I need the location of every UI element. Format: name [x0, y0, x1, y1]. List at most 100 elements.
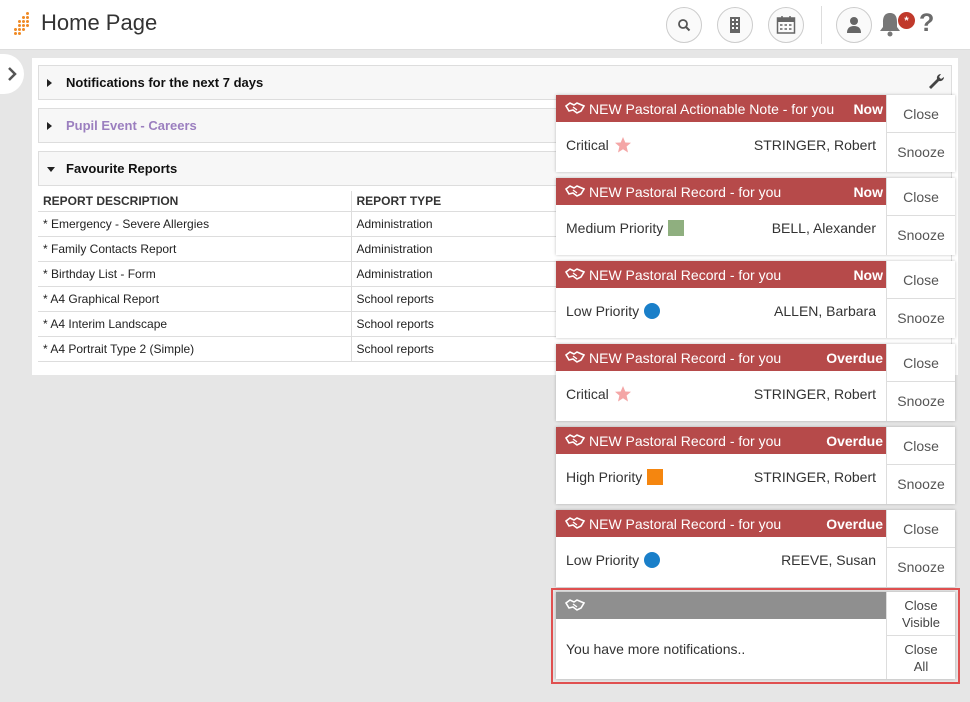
- star-icon: [614, 137, 631, 153]
- handshake-icon: [565, 517, 585, 529]
- close-button[interactable]: Close: [886, 344, 955, 382]
- column-header-description[interactable]: REPORT DESCRIPTION: [38, 191, 352, 212]
- snooze-button[interactable]: Snooze: [886, 299, 955, 338]
- wrench-icon[interactable]: [927, 73, 945, 91]
- snooze-button[interactable]: Snooze: [886, 382, 955, 421]
- handshake-icon: [565, 185, 585, 197]
- close-button[interactable]: Close: [886, 261, 955, 299]
- notification-card: NEW Pastoral Record - for you Overdue High…: [556, 427, 955, 504]
- handshake-icon: [565, 434, 585, 446]
- notification-body[interactable]: High Priority STRINGER, Robert: [556, 454, 886, 504]
- section-title: Pupil Event - Careers: [66, 118, 197, 133]
- notification-title: NEW Pastoral Record - for you: [589, 184, 782, 200]
- close-all-button[interactable]: Close All: [886, 636, 955, 679]
- notification-status: Now: [853, 101, 883, 117]
- notification-status: Overdue: [826, 433, 883, 449]
- calendar-button[interactable]: [768, 7, 804, 43]
- notification-body[interactable]: Low Priority ALLEN, Barbara: [556, 288, 886, 338]
- notification-body[interactable]: Critical STRINGER, Robert: [556, 122, 886, 172]
- section-title: Notifications for the next 7 days: [66, 75, 264, 90]
- logo-icon[interactable]: [14, 12, 32, 36]
- close-button[interactable]: Close: [886, 510, 955, 548]
- notification-card: NEW Pastoral Record - for you Overdue Crit…: [556, 344, 955, 421]
- search-icon: [678, 19, 691, 32]
- notification-body[interactable]: Critical STRINGER, Robert: [556, 371, 886, 421]
- report-description[interactable]: * Birthday List - Form: [38, 260, 352, 286]
- snooze-button[interactable]: Snooze: [886, 548, 955, 587]
- star-icon: [614, 386, 631, 402]
- search-button[interactable]: [666, 7, 702, 43]
- collapse-arrow-icon: [47, 167, 55, 172]
- building-icon: [730, 17, 740, 33]
- more-notifications-header: [556, 592, 886, 619]
- expand-arrow-icon: [47, 122, 52, 130]
- close-visible-button[interactable]: Close Visible: [886, 592, 955, 636]
- chevron-right-icon: [8, 67, 17, 81]
- square-icon: [668, 220, 685, 237]
- snooze-button[interactable]: Snooze: [886, 216, 955, 255]
- notification-priority: Critical: [566, 137, 632, 155]
- snooze-button[interactable]: Snooze: [886, 465, 955, 504]
- header-divider: [821, 6, 822, 44]
- square-icon: [647, 469, 664, 486]
- close-button[interactable]: Close: [886, 95, 955, 133]
- notification-card: NEW Pastoral Actionable Note - for you No…: [556, 95, 955, 172]
- notification-priority: Low Priority: [566, 552, 661, 569]
- notification-header[interactable]: NEW Pastoral Record - for you Overdue: [556, 510, 886, 537]
- notification-body[interactable]: Low Priority REEVE, Susan: [556, 537, 886, 587]
- section-title: Favourite Reports: [66, 161, 178, 176]
- report-description[interactable]: * A4 Interim Landscape: [38, 310, 352, 336]
- notification-header[interactable]: NEW Pastoral Actionable Note - for you No…: [556, 95, 886, 122]
- handshake-icon: [565, 102, 585, 114]
- report-description[interactable]: * A4 Graphical Report: [38, 285, 352, 311]
- notification-status: Overdue: [826, 350, 883, 366]
- report-description[interactable]: * Emergency - Severe Allergies: [38, 210, 352, 236]
- close-button[interactable]: Close: [886, 427, 955, 465]
- pupil-name: STRINGER, Robert: [753, 386, 876, 402]
- close-visible-label-2: Visible: [901, 615, 941, 630]
- more-notifications-card: You have more notifications.. Close Visi…: [556, 592, 955, 679]
- snooze-button[interactable]: Snooze: [886, 133, 955, 172]
- priority-label: Critical: [566, 386, 609, 402]
- notification-title: NEW Pastoral Record - for you: [589, 433, 782, 449]
- priority-label: Low Priority: [566, 303, 640, 319]
- help-icon[interactable]: ?: [919, 9, 934, 38]
- priority-label: Critical: [566, 137, 609, 153]
- handshake-icon: [565, 268, 585, 280]
- notification-body[interactable]: Medium Priority BELL, Alexander: [556, 205, 886, 255]
- pupil-name: STRINGER, Robert: [753, 469, 876, 485]
- notification-title: NEW Pastoral Record - for you: [589, 267, 782, 283]
- user-button[interactable]: [836, 7, 872, 43]
- close-all-label-1: Close: [904, 642, 938, 657]
- notification-status: Overdue: [826, 516, 883, 532]
- notification-header[interactable]: NEW Pastoral Record - for you Overdue: [556, 427, 886, 454]
- notification-priority: Medium Priority: [566, 220, 685, 237]
- handshake-icon: [565, 351, 585, 363]
- notification-header[interactable]: NEW Pastoral Record - for you Now: [556, 178, 886, 205]
- notification-priority: Critical: [566, 386, 632, 404]
- notification-card: NEW Pastoral Record - for you Now Medium P…: [556, 178, 955, 255]
- priority-label: Medium Priority: [566, 220, 664, 236]
- report-description[interactable]: * A4 Portrait Type 2 (Simple): [38, 335, 352, 362]
- close-button[interactable]: Close: [886, 178, 955, 216]
- notification-priority: High Priority: [566, 469, 664, 486]
- more-notifications-text: You have more notifications..: [566, 641, 746, 657]
- notification-title: NEW Pastoral Actionable Note - for you: [589, 101, 835, 117]
- notification-badge: *: [897, 11, 916, 30]
- page-title: Home Page: [41, 10, 158, 35]
- sidebar-toggle[interactable]: [0, 54, 24, 94]
- school-button[interactable]: [717, 7, 753, 43]
- app-header: Home Page * ?: [0, 0, 970, 50]
- circle-icon: [644, 303, 661, 320]
- user-icon: [847, 17, 861, 33]
- priority-label: Low Priority: [566, 552, 640, 568]
- notification-header[interactable]: NEW Pastoral Record - for you Now: [556, 261, 886, 288]
- close-all-label-2: All: [913, 659, 929, 674]
- notification-card: NEW Pastoral Record - for you Overdue Low …: [556, 510, 955, 587]
- priority-label: High Priority: [566, 469, 643, 485]
- pupil-name: ALLEN, Barbara: [774, 303, 876, 319]
- calendar-icon: [776, 16, 796, 34]
- notification-title: NEW Pastoral Record - for you: [589, 350, 782, 366]
- notification-header[interactable]: NEW Pastoral Record - for you Overdue: [556, 344, 886, 371]
- report-description[interactable]: * Family Contacts Report: [38, 235, 352, 261]
